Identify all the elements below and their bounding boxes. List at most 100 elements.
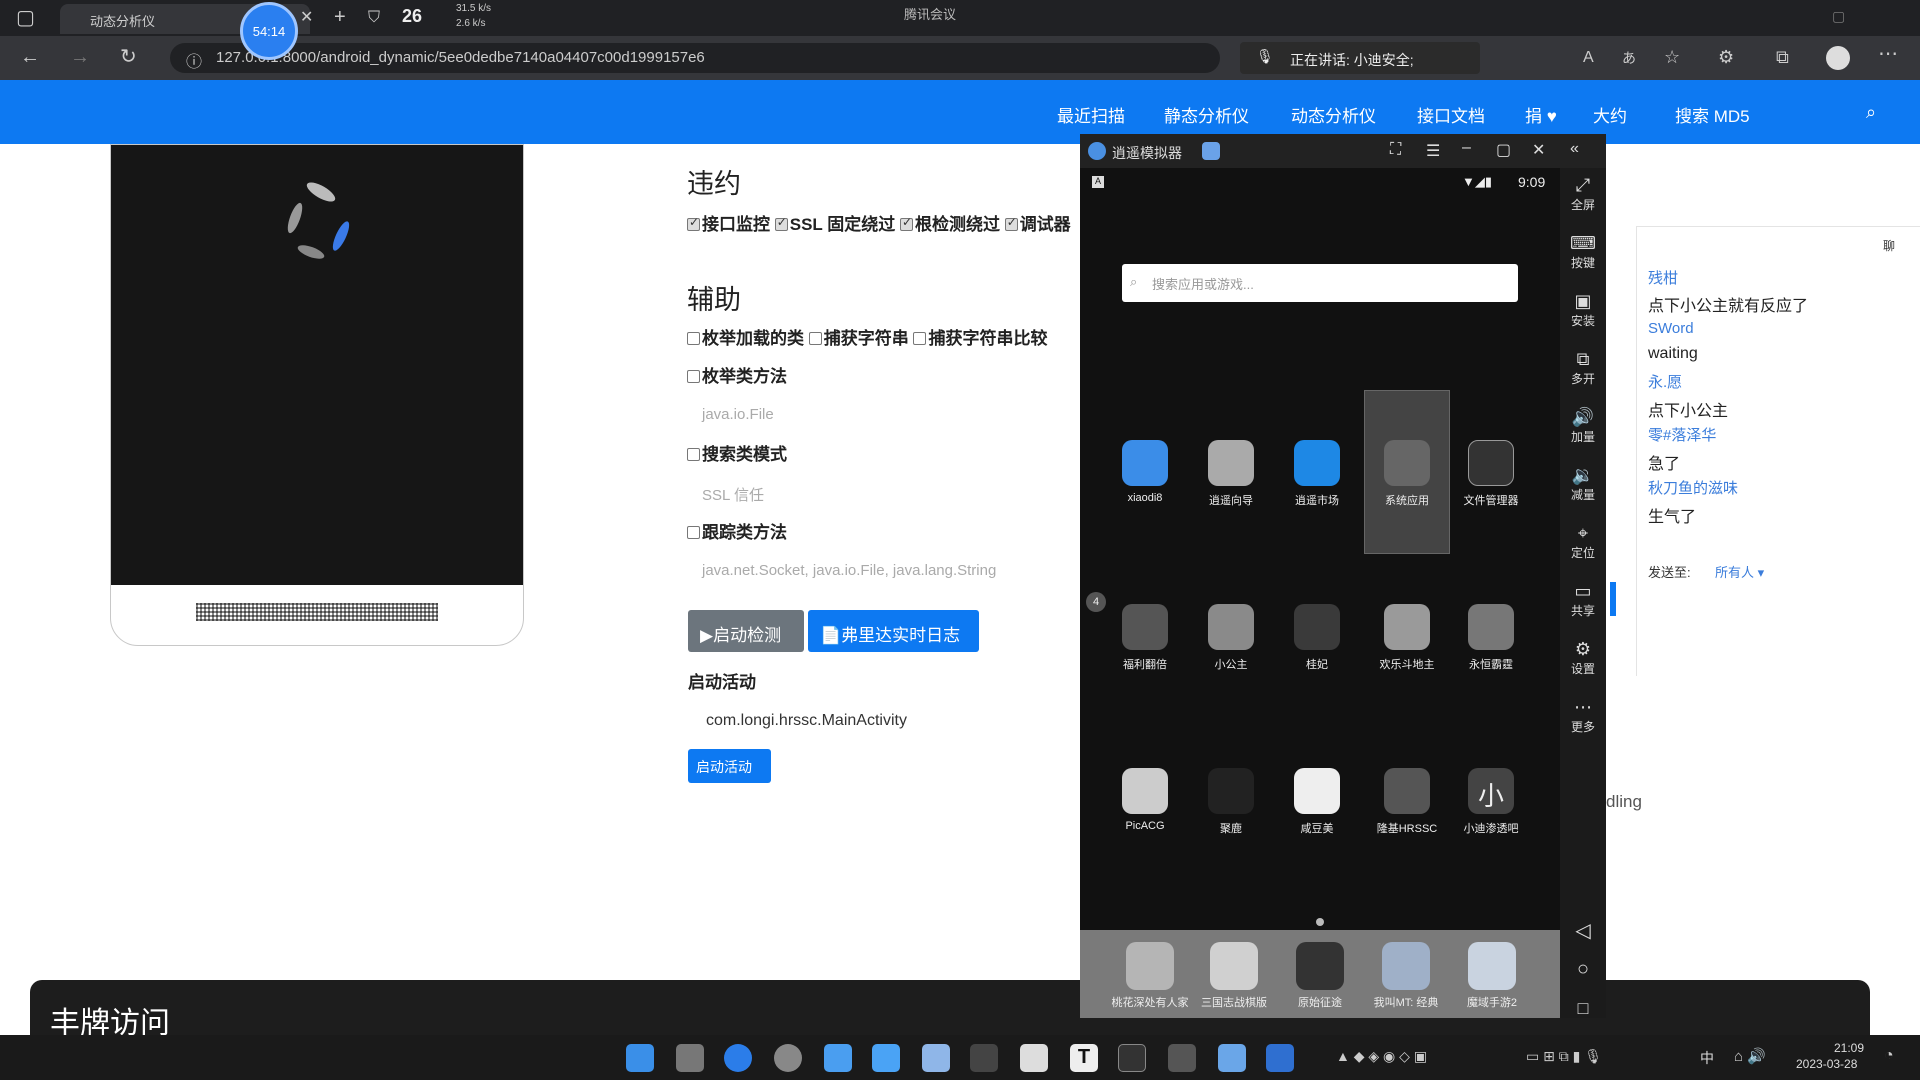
enum-methods-input[interactable]: java.io.File	[702, 406, 774, 423]
app-guifei[interactable]: 桂妃	[1276, 604, 1358, 672]
home-nav-button[interactable]: ○	[1560, 958, 1606, 981]
dock-app-sanguo[interactable]: 三国志战棋版	[1192, 942, 1276, 1010]
dock-app-taohua[interactable]: 桃花深处有人家	[1108, 942, 1192, 1010]
app-xiandoumei[interactable]: 咸豆美	[1276, 768, 1358, 836]
search-pattern-input[interactable]: SSL 信任	[702, 484, 764, 505]
collections-icon[interactable]: ⧉	[1776, 47, 1789, 67]
app-guide[interactable]: 逍遥向导	[1190, 440, 1272, 508]
avatar[interactable]	[1826, 46, 1850, 70]
app-search-bar[interactable]: ⌕ 搜索应用或游戏...	[1122, 264, 1518, 302]
site-info-icon[interactable]: ⓘ	[186, 48, 202, 72]
app-yongheng[interactable]: 永恒霸霆	[1450, 604, 1532, 672]
nav-recent-scans[interactable]: 最近扫描	[1057, 102, 1125, 127]
search-icon[interactable]: ⌕	[1866, 102, 1876, 123]
collapse-sidebar-icon[interactable]: «	[1570, 140, 1579, 158]
window-app-icon[interactable]	[1168, 1044, 1196, 1072]
window-maximize-icon[interactable]: ▢	[1832, 6, 1845, 26]
settings-app-icon[interactable]	[970, 1044, 998, 1072]
check-root-detection-bypass[interactable]: 根检测绕过	[899, 215, 1000, 234]
nav-api-docs[interactable]: 接口文档	[1417, 102, 1485, 127]
tab-actions-icon[interactable]: ▢	[16, 8, 35, 28]
android-home-screen[interactable]: A ▼◢▮ 9:09 ⌕ 搜索应用或游戏... xiaodi8 逍遥向导 逍遥市…	[1080, 168, 1560, 1018]
side-share[interactable]: ▭ 共享	[1560, 580, 1606, 619]
app-julu[interactable]: 聚鹿	[1190, 768, 1272, 836]
check-enum-class-methods[interactable]: 枚举类方法	[687, 362, 787, 387]
check-debugger[interactable]: 调试器	[1004, 215, 1071, 234]
extensions-icon[interactable]: ⚙	[1718, 47, 1734, 67]
recents-nav-button[interactable]: □	[1560, 998, 1606, 1019]
side-keymap[interactable]: ⌨ 按键	[1560, 232, 1606, 271]
notification-icon[interactable]: ◔	[1884, 1047, 1894, 1065]
send-to-select[interactable]: 所有人 ▾	[1715, 562, 1764, 581]
tab-close-icon[interactable]: ✕	[300, 8, 313, 28]
app-doudizhu[interactable]: 欢乐斗地主	[1366, 604, 1448, 672]
emulator-extra-icon[interactable]	[1202, 142, 1220, 160]
system-tray-icons[interactable]: ▭ ⊞ ⧉ ▮ 🎙	[1526, 1048, 1602, 1065]
file-explorer-icon[interactable]	[676, 1044, 704, 1072]
clock-date[interactable]: 2023-03-28	[1796, 1057, 1857, 1071]
check-capture-string-compare[interactable]: 捕获字符串比较	[913, 329, 1047, 348]
ime-indicator[interactable]: 中	[1700, 1048, 1714, 1068]
app-picacg[interactable]: PicACG	[1104, 768, 1186, 832]
check-capture-strings[interactable]: 捕获字符串	[808, 329, 909, 348]
menu-icon[interactable]: ☰	[1426, 141, 1440, 161]
nav-search-md5[interactable]: 搜索 MD5	[1675, 102, 1750, 127]
chrome-icon[interactable]	[774, 1044, 802, 1072]
app-system-apps[interactable]: 系统应用	[1366, 440, 1448, 508]
text-editor-icon[interactable]: T	[1070, 1044, 1098, 1072]
nav-static-analyzer[interactable]: 静态分析仪	[1164, 102, 1249, 127]
nav-dynamic-analyzer[interactable]: 动态分析仪	[1291, 102, 1376, 127]
check-enum-loaded-classes[interactable]: 枚举加载的类	[687, 329, 804, 348]
app-longi-hrssc[interactable]: 隆基HRSSC	[1366, 768, 1448, 836]
meeting-app-icon[interactable]	[824, 1044, 852, 1072]
app-market[interactable]: 逍遥市场	[1276, 440, 1358, 508]
more-menu-icon[interactable]: ⋯	[1878, 44, 1898, 64]
app-welfare[interactable]: 福利翻倍	[1104, 604, 1186, 672]
app-xiaodi8[interactable]: xiaodi8	[1104, 440, 1186, 504]
start-activity-button[interactable]: 启动活动	[688, 749, 771, 783]
check-search-class-pattern[interactable]: 搜索类模式	[687, 440, 787, 465]
side-volume-up[interactable]: 🔊 加量	[1560, 406, 1606, 445]
app-file-manager[interactable]: 文件管理器	[1450, 440, 1532, 508]
side-install[interactable]: ▣ 安装	[1560, 290, 1606, 329]
reload-icon[interactable]: ↻	[120, 47, 137, 67]
side-fullscreen[interactable]: ⤢ 全屏	[1560, 174, 1606, 213]
dock-app-moyu[interactable]: 魔域手游2	[1450, 942, 1534, 1010]
nav-about[interactable]: 大约	[1593, 102, 1627, 127]
nav-donate[interactable]: 捐 ♥	[1525, 102, 1557, 127]
photos-icon[interactable]	[872, 1044, 900, 1072]
frida-live-log-button[interactable]: 📄弗里达实时日志	[808, 610, 979, 652]
address-bar[interactable]: ⓘ 127.0.0.1:8000/android_dynamic/5ee0ded…	[170, 43, 1220, 73]
translate-icon[interactable]: あ	[1622, 48, 1636, 68]
side-volume-down[interactable]: 🔉 减量	[1560, 464, 1606, 503]
app-xiaodi-pentest[interactable]: 小小迪渗透吧	[1450, 768, 1532, 836]
activity-name-input[interactable]: com.longi.hrssc.MainActivity	[706, 712, 907, 730]
dock-app-mt[interactable]: 我叫MT: 经典	[1364, 942, 1448, 1010]
side-location[interactable]: ⌖ 定位	[1560, 522, 1606, 561]
tray-icons[interactable]: ▲ ◆ ◈ ◉ ◇ ▣	[1336, 1048, 1427, 1065]
document-icon[interactable]	[1020, 1044, 1048, 1072]
close-icon[interactable]: ✕	[1532, 140, 1545, 160]
screenshot-icon[interactable]: ⛶	[1390, 141, 1401, 159]
back-icon[interactable]: ←	[20, 47, 40, 67]
start-icon[interactable]	[626, 1044, 654, 1072]
clock-time[interactable]: 21:09	[1806, 1041, 1864, 1055]
notepad-icon[interactable]	[922, 1044, 950, 1072]
side-more[interactable]: ⋯ 更多	[1560, 696, 1606, 735]
check-api-monitor[interactable]: 接口监控	[687, 215, 770, 234]
edge-icon[interactable]	[724, 1044, 752, 1072]
back-nav-button[interactable]: ◁	[1560, 918, 1606, 943]
check-ssl-pinning-bypass[interactable]: SSL 固定绕过	[774, 215, 895, 234]
network-volume-icon[interactable]: ⌂ 🔊	[1734, 1047, 1766, 1065]
forward-icon[interactable]: →	[70, 47, 90, 67]
emulator-taskbar-icon[interactable]	[1218, 1044, 1246, 1072]
new-tab-icon[interactable]: +	[334, 7, 346, 27]
dock-app-yuanshi[interactable]: 原始征途	[1278, 942, 1362, 1010]
side-settings[interactable]: ⚙ 设置	[1560, 638, 1606, 677]
check-trace-class-methods[interactable]: 跟踪类方法	[687, 518, 787, 543]
favorite-icon[interactable]: ☆	[1664, 47, 1680, 67]
terminal-icon[interactable]	[1118, 1044, 1146, 1072]
app-little-princess[interactable]: 小公主	[1190, 604, 1272, 672]
trace-methods-input[interactable]: java.net.Socket, java.io.File, java.lang…	[702, 562, 996, 579]
read-aloud-icon[interactable]: A	[1583, 48, 1594, 68]
